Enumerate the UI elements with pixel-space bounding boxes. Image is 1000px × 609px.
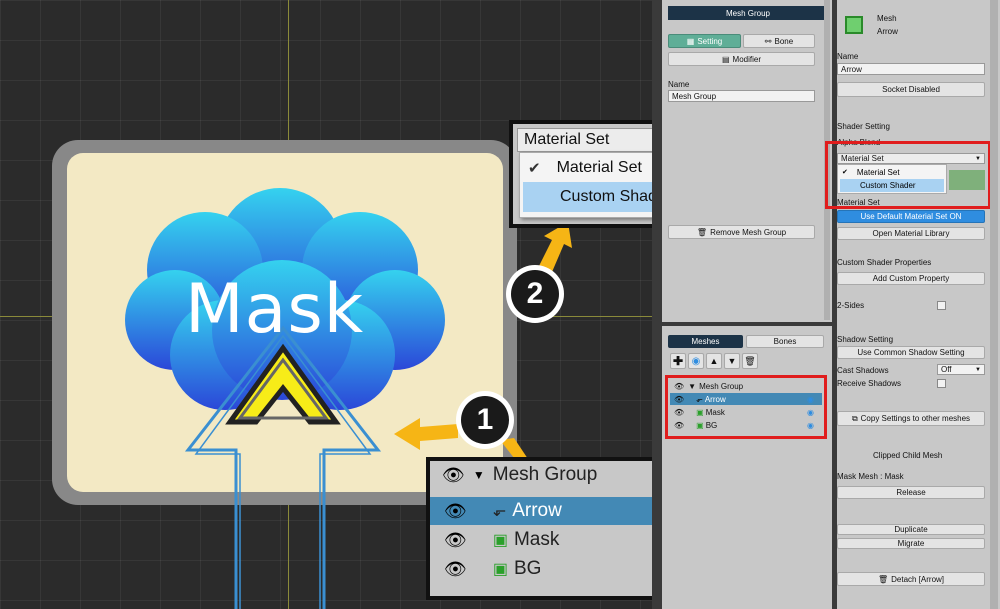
clipped-child-label: Clipped Child Mesh	[873, 451, 943, 460]
tab-setting[interactable]: ▦ Setting	[668, 34, 741, 48]
zoom-shader-dropdown: ✔ Material Set Custom Shader	[519, 152, 652, 218]
callout-2-badge: 2	[506, 265, 564, 323]
release-button[interactable]: Release	[837, 486, 985, 499]
zoom-option-label: Custom Shader	[560, 188, 652, 205]
panel-splitter[interactable]	[652, 0, 662, 609]
detach-button[interactable]: 🗑 Detach [Arrow]	[837, 572, 985, 586]
zoom-tree-item-bg[interactable]: 👁 ▣ BG ◉	[430, 555, 652, 583]
modifier-icon: ▤	[721, 54, 730, 64]
move-down-icon[interactable]: ▼	[724, 353, 740, 369]
two-sides-checkbox[interactable]	[937, 301, 946, 310]
socket-disabled-button[interactable]: Socket Disabled	[837, 82, 985, 97]
expand-triangle-icon: ▼	[472, 468, 485, 482]
zoom-shader-select[interactable]: Material Set ▼	[517, 128, 652, 152]
use-common-shadow-button[interactable]: Use Common Shadow Setting	[837, 346, 985, 359]
callout-1-badge: 1	[456, 391, 514, 449]
bone-mesh-icon: ⬐	[492, 503, 507, 520]
detach-label: Detach [Arrow]	[891, 574, 945, 584]
zoom-item-label: BG	[513, 558, 542, 579]
modifier-label: Modifier	[732, 54, 761, 64]
zoom-option-label: Material Set	[556, 158, 642, 176]
eye-icon: 👁	[444, 558, 467, 579]
mesh-group-panel: Mesh Group ▦ Setting ⚯ Bone ▤ Modifier Name…	[662, 0, 832, 609]
tab-bone[interactable]: ⚯ Bone	[743, 34, 815, 48]
checkmark-icon: ✔	[528, 159, 541, 177]
mesh-name-field[interactable]: Arrow	[837, 63, 985, 75]
material-zoom-callout: Material Set ▼ ✔ Material Set Custom Sha…	[509, 120, 652, 228]
callout-2-number: 2	[511, 270, 559, 318]
tab-bones[interactable]: Bones	[746, 335, 824, 348]
receive-shadows-checkbox[interactable]	[937, 379, 946, 388]
remove-mesh-group-label: Remove Mesh Group	[710, 227, 787, 237]
shader-setting-label: Shader Setting	[837, 122, 890, 131]
mesh-name-label: Arrow	[877, 27, 898, 36]
use-default-material-button[interactable]: Use Default Material Set ON	[837, 210, 985, 223]
eye-icon: 👁	[444, 500, 467, 521]
name-label: Name	[668, 80, 690, 89]
duplicate-button[interactable]: Duplicate	[837, 524, 985, 535]
migrate-button[interactable]: Migrate	[837, 538, 985, 549]
bone-icon: ⚯	[764, 36, 772, 46]
chevron-down-icon: ▼	[975, 366, 981, 373]
two-sides-label: 2-Sides	[837, 301, 865, 310]
zoom-item-label: Mask	[513, 529, 560, 550]
tab-setting-label: Setting	[697, 36, 723, 46]
tab-meshes[interactable]: Meshes	[668, 335, 743, 348]
move-up-icon[interactable]: ▲	[706, 353, 722, 369]
tab-bone-label: Bone	[774, 36, 794, 46]
tree-highlight-outline	[665, 375, 827, 439]
delete-icon[interactable]: 🗑	[742, 353, 758, 369]
cast-shadows-label: Cast Shadows	[837, 366, 889, 375]
material-set-label: Material Set	[837, 198, 880, 207]
right-scrollbar[interactable]	[990, 0, 998, 609]
callout-1-number: 1	[461, 396, 509, 444]
cast-shadows-value: Off	[941, 365, 952, 374]
scene-viewport[interactable]: Mask 1 2 👁 ▼ Mesh Group 👁 ⬐ Arrow ◉ 👁 ▣ …	[0, 0, 652, 609]
mesh-icon: ▣	[492, 532, 508, 549]
open-material-library-button[interactable]: Open Material Library	[837, 227, 985, 240]
zoom-tree-item-arrow[interactable]: 👁 ⬐ Arrow ◉	[430, 497, 652, 525]
modifier-button[interactable]: ▤ Modifier	[668, 52, 815, 66]
callout-arrow-up	[538, 222, 572, 272]
mid-panel-divider	[662, 322, 832, 326]
receive-shadows-label: Receive Shadows	[837, 379, 902, 388]
copy-settings-button[interactable]: ⧉ Copy Settings to other meshes	[837, 411, 985, 426]
eye-group-icon: 👁	[442, 464, 465, 485]
eye-icon: 👁	[444, 529, 467, 550]
hierarchy-zoom-callout: 👁 ▼ Mesh Group 👁 ⬐ Arrow ◉ 👁 ▣ Mask ◉ 👁 …	[426, 457, 652, 600]
zoom-tree-group-row[interactable]: 👁 ▼ Mesh Group	[430, 461, 652, 489]
callout-arrow-left	[394, 418, 458, 450]
mask-mesh-label: Mask Mesh : Mask	[837, 472, 904, 481]
mesh-inspector-panel: Mesh Arrow Name Arrow Socket Disabled Sh…	[825, 0, 1000, 609]
add-icon[interactable]: ✚	[670, 353, 686, 369]
mesh-type-icon	[845, 16, 863, 34]
mesh-icon: ▣	[492, 561, 508, 578]
zoom-select-value: Material Set	[524, 131, 610, 148]
visibility-icon[interactable]: ◉	[688, 353, 704, 369]
custom-shader-properties-label: Custom Shader Properties	[837, 258, 932, 267]
remove-mesh-group-button[interactable]: 🗑 Remove Mesh Group	[668, 225, 815, 239]
trash-icon: 🗑	[696, 227, 708, 237]
setting-icon: ▦	[686, 36, 695, 46]
zoom-option-material-set[interactable]: ✔ Material Set	[520, 153, 652, 182]
mesh-group-name-field[interactable]: Mesh Group	[668, 90, 815, 102]
copy-settings-label: Copy Settings to other meshes	[860, 414, 971, 423]
copy-icon: ⧉	[851, 413, 858, 423]
shadow-setting-label: Shadow Setting	[837, 335, 894, 344]
mesh-group-header: Mesh Group	[668, 6, 828, 20]
mesh-type-label: Mesh	[877, 14, 897, 23]
zoom-tree-item-mask[interactable]: 👁 ▣ Mask ◉	[430, 526, 652, 554]
cast-shadows-select[interactable]: Off ▼	[937, 364, 985, 375]
trash-icon: 🗑	[877, 574, 889, 584]
mask-label: Mask	[185, 270, 365, 349]
zoom-item-label: Arrow	[512, 500, 562, 521]
zoom-option-custom-shader[interactable]: Custom Shader	[523, 182, 652, 212]
add-custom-property-button[interactable]: Add Custom Property	[837, 272, 985, 285]
zoom-group-name: Mesh Group	[492, 464, 598, 485]
name-label: Name	[837, 52, 859, 61]
